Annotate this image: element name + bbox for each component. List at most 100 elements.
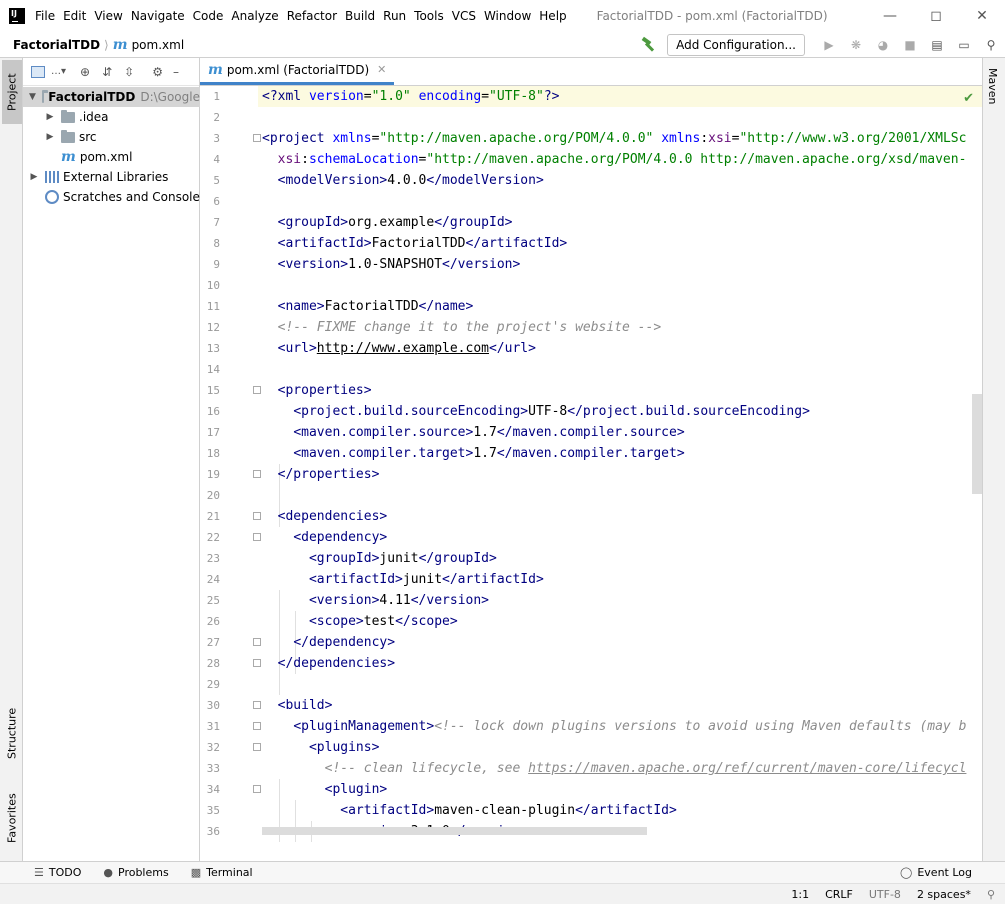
code-line: <groupId>junit</groupId> bbox=[308, 551, 497, 566]
debug-icon[interactable]: ❋ bbox=[846, 35, 866, 55]
line-number: 6 bbox=[213, 195, 220, 208]
minimize-icon[interactable]: — bbox=[867, 0, 913, 32]
menu-tools[interactable]: Tools bbox=[414, 7, 444, 25]
close-tab-icon[interactable]: ✕ bbox=[377, 63, 386, 76]
menu-edit[interactable]: Edit bbox=[63, 7, 86, 25]
collapse-all-icon[interactable]: ⇳ bbox=[124, 65, 134, 79]
fold-marker-icon[interactable] bbox=[253, 659, 261, 667]
folder-icon bbox=[61, 109, 75, 123]
line-number: 2 bbox=[213, 111, 220, 124]
indent-setting[interactable]: 2 spaces* bbox=[917, 888, 971, 901]
line-number: 17 bbox=[206, 426, 220, 439]
menu-refactor[interactable]: Refactor bbox=[287, 7, 337, 25]
project-tool-tab[interactable]: Project bbox=[2, 60, 22, 124]
lock-icon[interactable]: ⚲ bbox=[987, 888, 995, 901]
bottom-tool-bar: ☰ TODO ● Problems ▩ Terminal ◯ Event Log bbox=[0, 861, 1005, 883]
fold-marker-icon[interactable] bbox=[253, 512, 261, 520]
menu-navigate[interactable]: Navigate bbox=[131, 7, 185, 25]
menu-analyze[interactable]: Analyze bbox=[231, 7, 278, 25]
favorites-tool-tab[interactable]: Favorites bbox=[2, 786, 22, 850]
navigation-bar: FactorialTDD ⟩ m pom.xml Add Configurati… bbox=[0, 32, 1005, 58]
right-tool-stripe: Maven bbox=[982, 58, 1005, 861]
locate-icon[interactable]: ⊕ bbox=[80, 65, 90, 79]
menu-help[interactable]: Help bbox=[539, 7, 566, 25]
fold-marker-icon[interactable] bbox=[253, 470, 261, 478]
run-icon[interactable]: ▶ bbox=[819, 35, 839, 55]
gear-icon[interactable]: ⚙ bbox=[152, 65, 163, 79]
inspection-ok-icon[interactable]: ✔ bbox=[963, 91, 974, 106]
chevron-right-icon[interactable]: ▶ bbox=[45, 132, 55, 142]
structure-tool-tab[interactable]: Structure bbox=[2, 700, 22, 766]
editor-tab-pom[interactable]: m pom.xml (FactorialTDD) ✕ bbox=[200, 57, 395, 85]
fold-marker-icon[interactable] bbox=[253, 743, 261, 751]
horizontal-scrollbar[interactable] bbox=[262, 827, 647, 835]
menu-file[interactable]: File bbox=[35, 7, 55, 25]
line-number: 20 bbox=[206, 489, 220, 502]
build-hammer-icon[interactable] bbox=[639, 36, 657, 54]
line-number: 35 bbox=[206, 804, 220, 817]
menu-run[interactable]: Run bbox=[383, 7, 406, 25]
tree-item-idea[interactable]: ▶ .idea bbox=[45, 107, 109, 127]
view-dropdown-icon[interactable]: …▾ bbox=[51, 66, 66, 77]
tree-item-external-libraries[interactable]: ▶ External Libraries bbox=[29, 167, 169, 187]
editor-tab-label: pom.xml (FactorialTDD) bbox=[226, 62, 370, 77]
tree-item-scratches[interactable]: Scratches and Consoles bbox=[45, 187, 206, 207]
fold-marker-icon[interactable] bbox=[253, 533, 261, 541]
hide-panel-icon[interactable]: – bbox=[173, 65, 179, 79]
tree-root[interactable]: ▼ FactorialTDD D:\Google bbox=[23, 87, 200, 107]
stop-icon[interactable]: ■ bbox=[900, 35, 920, 55]
editor: m pom.xml (FactorialTDD) ✕ 1 2 3 4 5 6 7 8 9 10 11… bbox=[200, 58, 982, 861]
line-number: 7 bbox=[213, 216, 220, 229]
maximize-icon[interactable]: ◻ bbox=[913, 0, 959, 32]
menu-vcs[interactable]: VCS bbox=[452, 7, 476, 25]
fold-marker-icon[interactable] bbox=[253, 134, 261, 142]
line-separator[interactable]: CRLF bbox=[825, 888, 853, 901]
line-number: 29 bbox=[206, 678, 220, 691]
code-line: <dependency> bbox=[293, 530, 388, 545]
code-line: <artifactId>maven-clean-plugin</artifact… bbox=[340, 803, 677, 818]
code-line: </properties> bbox=[277, 467, 380, 482]
terminal-tool-tab[interactable]: ▩ Terminal bbox=[191, 866, 253, 879]
problems-tool-tab[interactable]: ● Problems bbox=[103, 866, 168, 879]
folder-icon bbox=[61, 129, 75, 143]
menu-code[interactable]: Code bbox=[193, 7, 224, 25]
line-number: 12 bbox=[206, 321, 220, 334]
fold-marker-icon[interactable] bbox=[253, 722, 261, 730]
coverage-icon[interactable]: ◕ bbox=[873, 35, 893, 55]
maven-tool-tab[interactable]: Maven bbox=[986, 68, 999, 104]
tree-item-pom[interactable]: m pom.xml bbox=[61, 147, 132, 167]
project-panel-toolbar: …▾ ⊕ ⇵ ⇳ ⚙ – bbox=[23, 58, 199, 86]
chevron-down-icon[interactable]: ▼ bbox=[29, 92, 36, 102]
todo-tool-tab[interactable]: ☰ TODO bbox=[34, 866, 81, 879]
view-selector-icon[interactable] bbox=[31, 65, 45, 78]
code-line: <dependencies> bbox=[277, 509, 388, 524]
menu-view[interactable]: View bbox=[94, 7, 122, 25]
terminal-window-icon[interactable]: ▭ bbox=[954, 35, 974, 55]
event-log-tool-tab[interactable]: ◯ Event Log bbox=[900, 866, 972, 879]
fold-marker-icon[interactable] bbox=[253, 386, 261, 394]
chevron-right-icon[interactable]: ▶ bbox=[29, 172, 39, 182]
tree-item-src[interactable]: ▶ src bbox=[45, 127, 97, 147]
menu-window[interactable]: Window bbox=[484, 7, 531, 25]
line-number: 36 bbox=[206, 825, 220, 838]
module-folder-icon bbox=[41, 89, 50, 103]
tree-root-label: FactorialTDD bbox=[48, 90, 136, 104]
vertical-scrollbar[interactable] bbox=[972, 394, 982, 494]
caret-position[interactable]: 1:1 bbox=[791, 888, 809, 901]
close-icon[interactable]: ✕ bbox=[959, 0, 1005, 32]
tree-item-label: src bbox=[79, 130, 97, 144]
chevron-right-icon[interactable]: ▶ bbox=[45, 112, 55, 122]
menu-build[interactable]: Build bbox=[345, 7, 375, 25]
file-encoding[interactable]: UTF-8 bbox=[869, 888, 901, 901]
add-configuration-button[interactable]: Add Configuration... bbox=[667, 34, 805, 56]
search-icon[interactable]: ⚲ bbox=[981, 35, 1001, 55]
breadcrumb-project[interactable]: FactorialTDD bbox=[13, 38, 100, 52]
fold-marker-icon[interactable] bbox=[253, 785, 261, 793]
libraries-icon bbox=[45, 171, 59, 183]
code-line: <build> bbox=[277, 698, 333, 713]
expand-all-icon[interactable]: ⇵ bbox=[102, 65, 112, 79]
breadcrumb-file[interactable]: pom.xml bbox=[132, 38, 185, 52]
fold-marker-icon[interactable] bbox=[253, 701, 261, 709]
project-structure-icon[interactable]: ▤ bbox=[927, 35, 947, 55]
fold-marker-icon[interactable] bbox=[253, 638, 261, 646]
